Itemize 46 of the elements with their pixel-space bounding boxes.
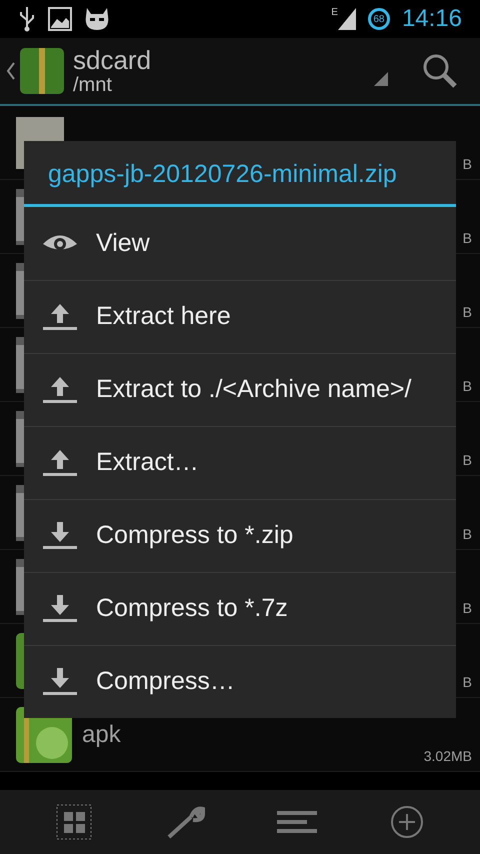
search-icon[interactable]	[422, 53, 458, 89]
signal-icon	[338, 8, 356, 30]
menu-item-label: Compress to *.zip	[96, 520, 294, 552]
menu-item[interactable]: Extract…	[24, 426, 456, 499]
file-size: B	[462, 155, 472, 174]
battery-indicator: 68	[368, 8, 390, 30]
menu-item[interactable]: Extract to ./<Archive name>/	[24, 353, 456, 426]
download-icon	[42, 594, 78, 624]
download-icon	[42, 521, 78, 551]
plus-circle-icon[interactable]	[390, 805, 424, 839]
menu-item[interactable]: View	[24, 207, 456, 280]
file-size: 3.02MB	[424, 747, 472, 766]
file-size: B	[462, 673, 472, 692]
menu-item-label: Extract here	[96, 301, 231, 332]
file-size: B	[462, 525, 472, 544]
image-icon	[48, 7, 72, 31]
upload-icon	[42, 448, 78, 478]
dialog-title: gapps-jb-20120726-minimal.zip	[48, 159, 398, 190]
file-size: B	[462, 377, 472, 396]
folder-title: sdcard	[73, 47, 152, 73]
folder-path: /mnt	[73, 75, 113, 95]
menu-item-label: Extract…	[96, 447, 199, 478]
robot-mascot-icon	[84, 6, 110, 32]
upload-icon	[42, 375, 78, 405]
upload-icon	[42, 302, 78, 332]
file-size: B	[462, 451, 472, 470]
network-type: E	[331, 8, 338, 18]
menu-item-label: View	[96, 228, 150, 259]
dropdown-triangle-icon[interactable]	[374, 72, 388, 86]
download-icon	[42, 667, 78, 697]
file-size: B	[462, 229, 472, 248]
file-size: B	[462, 599, 472, 618]
menu-item[interactable]: Compress to *.zip	[24, 499, 456, 572]
menu-item[interactable]: Compress to *.7z	[24, 572, 456, 645]
usb-icon	[18, 6, 36, 32]
menu-item-label: Compress to *.7z	[96, 593, 288, 624]
back-chevron-icon[interactable]	[6, 61, 16, 81]
lines-icon[interactable]	[277, 811, 318, 833]
file-size: B	[462, 303, 472, 322]
menu-item-label: Compress…	[96, 666, 235, 698]
grid-icon[interactable]	[56, 804, 92, 840]
clock: 14:16	[402, 4, 462, 34]
file-name: apk	[82, 720, 121, 750]
menu-item[interactable]: Extract here	[24, 280, 456, 353]
menu-item-label: Extract to ./<Archive name>/	[96, 374, 412, 406]
menu-item[interactable]: Compress…	[24, 645, 456, 718]
